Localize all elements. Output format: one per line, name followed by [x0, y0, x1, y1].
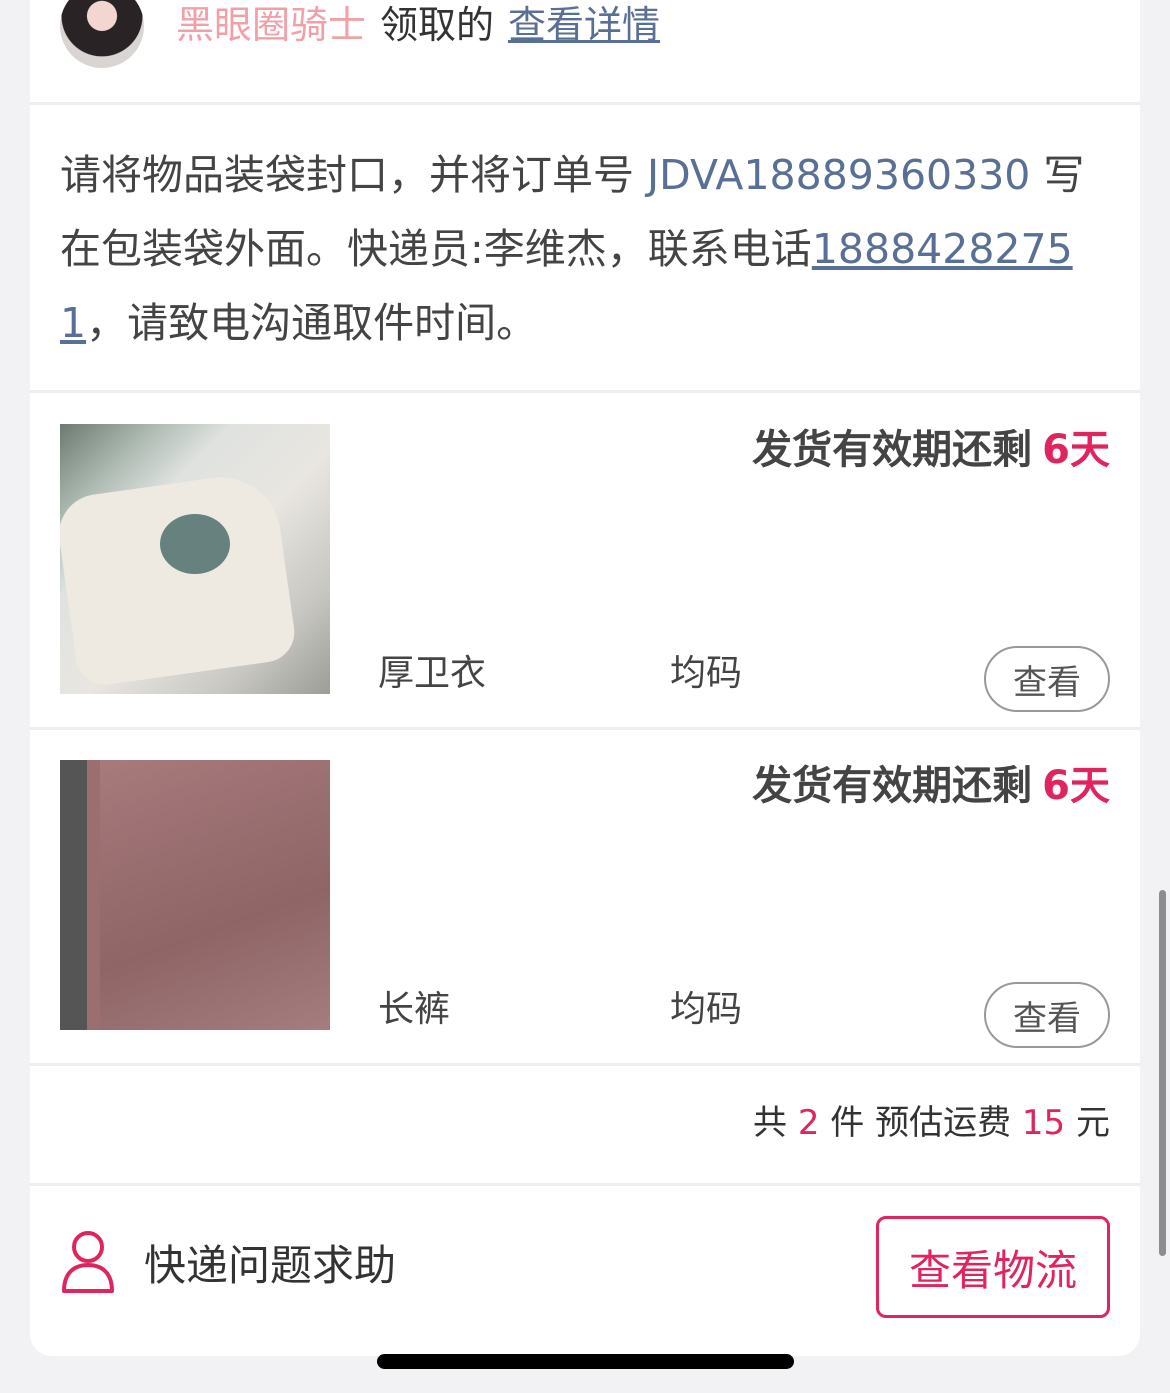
order-summary: 共 2 件 预估运费 15 元 [753, 1098, 1110, 1148]
emblem-shape [160, 514, 230, 574]
item-count: 2 [797, 1103, 820, 1143]
item-name: 厚卫衣 [378, 653, 487, 694]
scrollbar[interactable] [1159, 890, 1166, 1256]
shipping-deadline: 发货有效期还剩 6天 [752, 760, 1110, 812]
item-size: 均码 [670, 653, 743, 694]
instruction-text: 请将物品装袋封口，并将订单号 [60, 151, 648, 199]
view-details-link[interactable]: 查看详情 [508, 0, 660, 50]
divider [30, 102, 1140, 105]
courier-help-link[interactable]: 快递问题求助 [60, 1222, 396, 1302]
item-size: 均码 [670, 989, 743, 1030]
deadline-days: 6天 [1042, 763, 1110, 809]
list-item: 发货有效期还剩 6天 厚卫衣 均码 查看 [30, 394, 1140, 728]
summary-mid: 件 预估运费 [830, 1103, 1012, 1143]
order-card: 黑眼圈骑士 领取的 查看详情 请将物品装袋封口，并将订单号 JDVA188893… [30, 0, 1140, 1356]
currency-unit: 元 [1076, 1103, 1110, 1143]
instruction-text: ，请致电沟通取件时间。 [86, 299, 538, 347]
item-name: 长裤 [378, 989, 451, 1030]
help-label: 快递问题求助 [144, 1240, 397, 1290]
packing-instruction: 请将物品装袋封口，并将订单号 JDVA18889360330 写在包装袋外面。快… [60, 138, 1110, 360]
deadline-label: 发货有效期还剩 [752, 763, 1033, 809]
item-image-sweatshirt[interactable] [60, 424, 330, 694]
divider [30, 1063, 1140, 1066]
list-item: 发货有效期还剩 6天 长裤 均码 查看 [30, 730, 1140, 1064]
shipping-fee: 15 [1021, 1103, 1066, 1143]
claimed-text: 领取的 [380, 3, 495, 47]
view-item-button[interactable]: 查看 [984, 646, 1110, 712]
sweatshirt-shape [60, 469, 299, 689]
view-item-button[interactable]: 查看 [984, 982, 1110, 1048]
divider [30, 390, 1140, 393]
avatar[interactable] [60, 0, 144, 68]
user-icon [60, 1229, 116, 1295]
summary-prefix: 共 [753, 1103, 788, 1143]
divider [30, 1183, 1140, 1186]
order-number[interactable]: JDVA18889360330 [647, 151, 1030, 199]
deadline-label: 发货有效期还剩 [752, 427, 1033, 473]
item-image-pants[interactable] [60, 760, 330, 1030]
deadline-days: 6天 [1042, 427, 1110, 473]
claimer-row: 黑眼圈骑士 领取的 查看详情 [30, 0, 1140, 102]
claimer-nickname[interactable]: 黑眼圈骑士 [176, 0, 366, 50]
pants-shape [100, 760, 330, 1030]
shipping-deadline: 发货有效期还剩 6天 [752, 424, 1110, 476]
home-indicator[interactable] [377, 1354, 794, 1369]
view-logistics-button[interactable]: 查看物流 [876, 1216, 1110, 1318]
